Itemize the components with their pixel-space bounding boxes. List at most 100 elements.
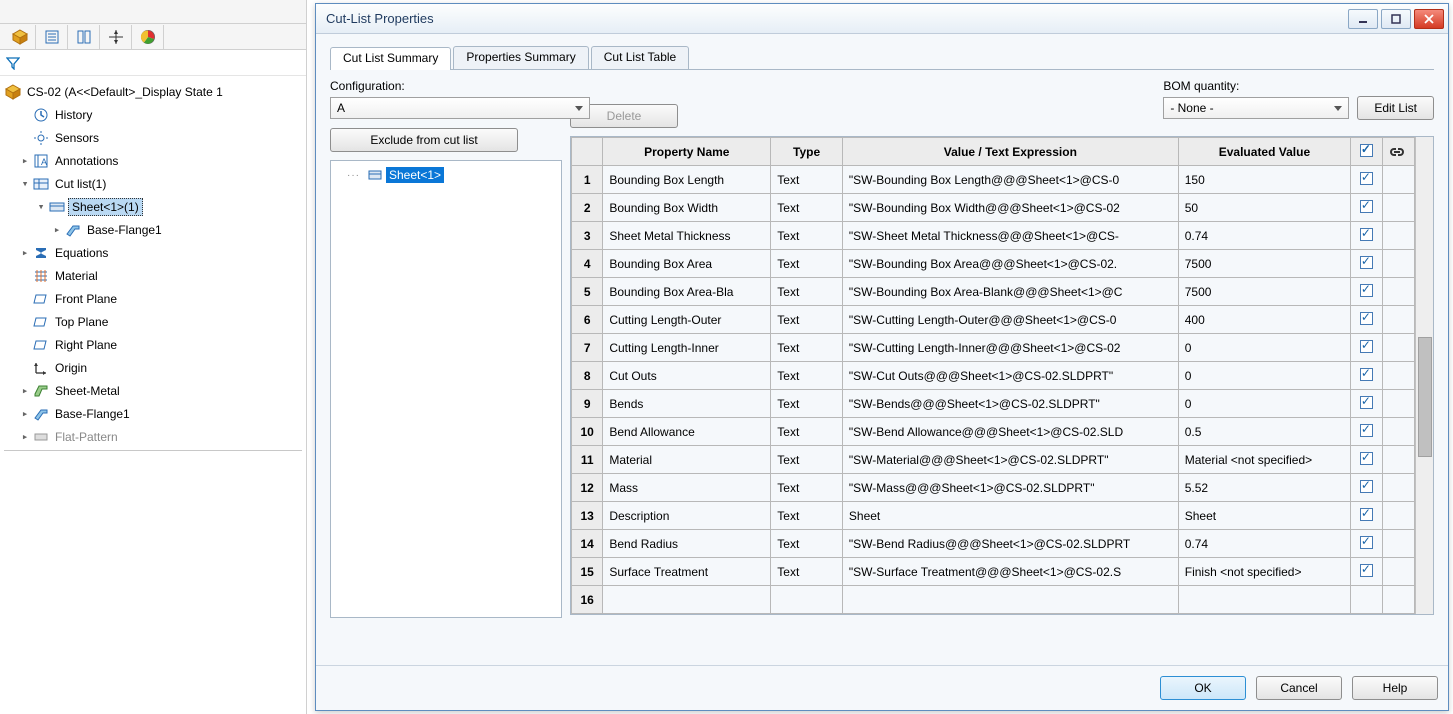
close-button[interactable]	[1414, 9, 1444, 29]
cell-type[interactable]: Text	[771, 502, 843, 530]
cell-value[interactable]: "SW-Bends@@@Sheet<1>@CS-02.SLDPRT"	[842, 390, 1178, 418]
cell-type[interactable]: Text	[771, 390, 843, 418]
cell-link[interactable]	[1382, 334, 1415, 362]
cell-property-name[interactable]: Surface Treatment	[603, 558, 771, 586]
cell-checkbox[interactable]	[1351, 222, 1382, 250]
cell-link[interactable]	[1382, 306, 1415, 334]
cell-link[interactable]	[1382, 278, 1415, 306]
cell-evaluated[interactable]: 0.74	[1178, 222, 1350, 250]
cell-link[interactable]	[1382, 474, 1415, 502]
table-row[interactable]: 2Bounding Box WidthText"SW-Bounding Box …	[572, 194, 1415, 222]
cut-list-items-listbox[interactable]: ··· Sheet<1>	[330, 160, 562, 618]
table-row[interactable]: 6Cutting Length-OuterText"SW-Cutting Len…	[572, 306, 1415, 334]
cell-property-name[interactable]: Sheet Metal Thickness	[603, 222, 771, 250]
dialog-titlebar[interactable]: Cut-List Properties	[316, 4, 1448, 34]
table-scrollbar[interactable]	[1415, 137, 1433, 614]
tree-tab-config-manager[interactable]	[68, 25, 100, 49]
cell-type[interactable]: Text	[771, 250, 843, 278]
scrollbar-thumb[interactable]	[1418, 337, 1432, 457]
table-row[interactable]: 13DescriptionTextSheetSheet	[572, 502, 1415, 530]
cell-value[interactable]: "SW-Bend Radius@@@Sheet<1>@CS-02.SLDPRT	[842, 530, 1178, 558]
cell-link[interactable]	[1382, 390, 1415, 418]
tree-node[interactable]: Front Plane	[0, 287, 306, 310]
tab-cut-list-summary[interactable]: Cut List Summary	[330, 47, 451, 70]
cell-value[interactable]: "SW-Bounding Box Width@@@Sheet<1>@CS-02	[842, 194, 1178, 222]
ok-button[interactable]: OK	[1160, 676, 1246, 700]
cell-value[interactable]: "SW-Bounding Box Area@@@Sheet<1>@CS-02.	[842, 250, 1178, 278]
maximize-button[interactable]	[1381, 9, 1411, 29]
cell-checkbox[interactable]	[1351, 418, 1382, 446]
col-value[interactable]: Value / Text Expression	[842, 138, 1178, 166]
cell-type[interactable]: Text	[771, 166, 843, 194]
cell-checkbox[interactable]	[1351, 166, 1382, 194]
cell-link[interactable]	[1382, 250, 1415, 278]
cell-checkbox[interactable]	[1351, 558, 1382, 586]
cell-property-name[interactable]: Bounding Box Area	[603, 250, 771, 278]
tree-node[interactable]: Right Plane	[0, 333, 306, 356]
cell-evaluated[interactable]: 400	[1178, 306, 1350, 334]
tree-node[interactable]: Material	[0, 264, 306, 287]
expand-toggle[interactable]: ▸	[18, 154, 32, 167]
cell-checkbox[interactable]	[1351, 474, 1382, 502]
cell-value[interactable]: "SW-Mass@@@Sheet<1>@CS-02.SLDPRT"	[842, 474, 1178, 502]
expand-toggle[interactable]: ▾	[34, 200, 48, 213]
cell-evaluated[interactable]: 7500	[1178, 250, 1350, 278]
cell-property-name[interactable]: Cut Outs	[603, 362, 771, 390]
help-button[interactable]: Help	[1352, 676, 1438, 700]
tree-node[interactable]: ▾Sheet<1>(1)	[0, 195, 306, 218]
minimize-button[interactable]	[1348, 9, 1378, 29]
expand-toggle[interactable]: ▸	[18, 246, 32, 259]
table-row[interactable]: 8Cut OutsText"SW-Cut Outs@@@Sheet<1>@CS-…	[572, 362, 1415, 390]
cell-evaluated[interactable]: 0.74	[1178, 530, 1350, 558]
table-row[interactable]: 12MassText"SW-Mass@@@Sheet<1>@CS-02.SLDP…	[572, 474, 1415, 502]
cell-checkbox[interactable]	[1351, 194, 1382, 222]
cell-property-name[interactable]: Cutting Length-Inner	[603, 334, 771, 362]
expand-toggle[interactable]: ▸	[18, 430, 32, 443]
col-property-name[interactable]: Property Name	[603, 138, 771, 166]
table-row[interactable]: 15Surface TreatmentText"SW-Surface Treat…	[572, 558, 1415, 586]
cell-checkbox[interactable]	[1351, 334, 1382, 362]
table-row[interactable]: 4Bounding Box AreaText"SW-Bounding Box A…	[572, 250, 1415, 278]
tree-tab-dim-expert[interactable]	[100, 25, 132, 49]
cell-evaluated[interactable]: Material <not specified>	[1178, 446, 1350, 474]
cell-checkbox[interactable]	[1351, 446, 1382, 474]
cell-type[interactable]: Text	[771, 446, 843, 474]
cell-link[interactable]	[1382, 530, 1415, 558]
tree-node[interactable]: ▸Equations	[0, 241, 306, 264]
cell-checkbox[interactable]	[1351, 530, 1382, 558]
tree-node[interactable]: ▸AAnnotations	[0, 149, 306, 172]
cell-link[interactable]	[1382, 166, 1415, 194]
cell-evaluated[interactable]: 7500	[1178, 278, 1350, 306]
tree-tab-property-manager[interactable]	[36, 25, 68, 49]
col-type[interactable]: Type	[771, 138, 843, 166]
cell-evaluated[interactable]: Sheet	[1178, 502, 1350, 530]
col-evaluated[interactable]: Evaluated Value	[1178, 138, 1350, 166]
cell-type[interactable]: Text	[771, 474, 843, 502]
cell-link[interactable]	[1382, 418, 1415, 446]
cell-property-name[interactable]: Cutting Length-Outer	[603, 306, 771, 334]
cell-value[interactable]: "SW-Bend Allowance@@@Sheet<1>@CS-02.SLD	[842, 418, 1178, 446]
cell-type[interactable]: Text	[771, 306, 843, 334]
cell-property-name[interactable]: Bounding Box Width	[603, 194, 771, 222]
cell-link[interactable]	[1382, 446, 1415, 474]
cell-property-name[interactable]: Bend Radius	[603, 530, 771, 558]
tree-filter-row[interactable]	[0, 50, 306, 76]
cell-value[interactable]: "SW-Material@@@Sheet<1>@CS-02.SLDPRT"	[842, 446, 1178, 474]
expand-toggle[interactable]: ▸	[18, 384, 32, 397]
cell-property-name[interactable]: Bounding Box Length	[603, 166, 771, 194]
col-rownum[interactable]	[572, 138, 603, 166]
table-row[interactable]: 11MaterialText"SW-Material@@@Sheet<1>@CS…	[572, 446, 1415, 474]
cell-type[interactable]: Text	[771, 334, 843, 362]
tree-node[interactable]: History	[0, 103, 306, 126]
cell-property-name[interactable]: Description	[603, 502, 771, 530]
cell-type[interactable]: Text	[771, 530, 843, 558]
tree-root[interactable]: CS-02 (A<<Default>_Display State 1	[0, 80, 306, 103]
cell-link[interactable]	[1382, 558, 1415, 586]
cell-value[interactable]: Sheet	[842, 502, 1178, 530]
cell-type[interactable]: Text	[771, 362, 843, 390]
tree-node[interactable]: ▸Base-Flange1	[0, 402, 306, 425]
cell-evaluated[interactable]: 0	[1178, 334, 1350, 362]
col-link[interactable]	[1382, 138, 1415, 166]
tab-properties-summary[interactable]: Properties Summary	[453, 46, 588, 69]
cell-link[interactable]	[1382, 222, 1415, 250]
